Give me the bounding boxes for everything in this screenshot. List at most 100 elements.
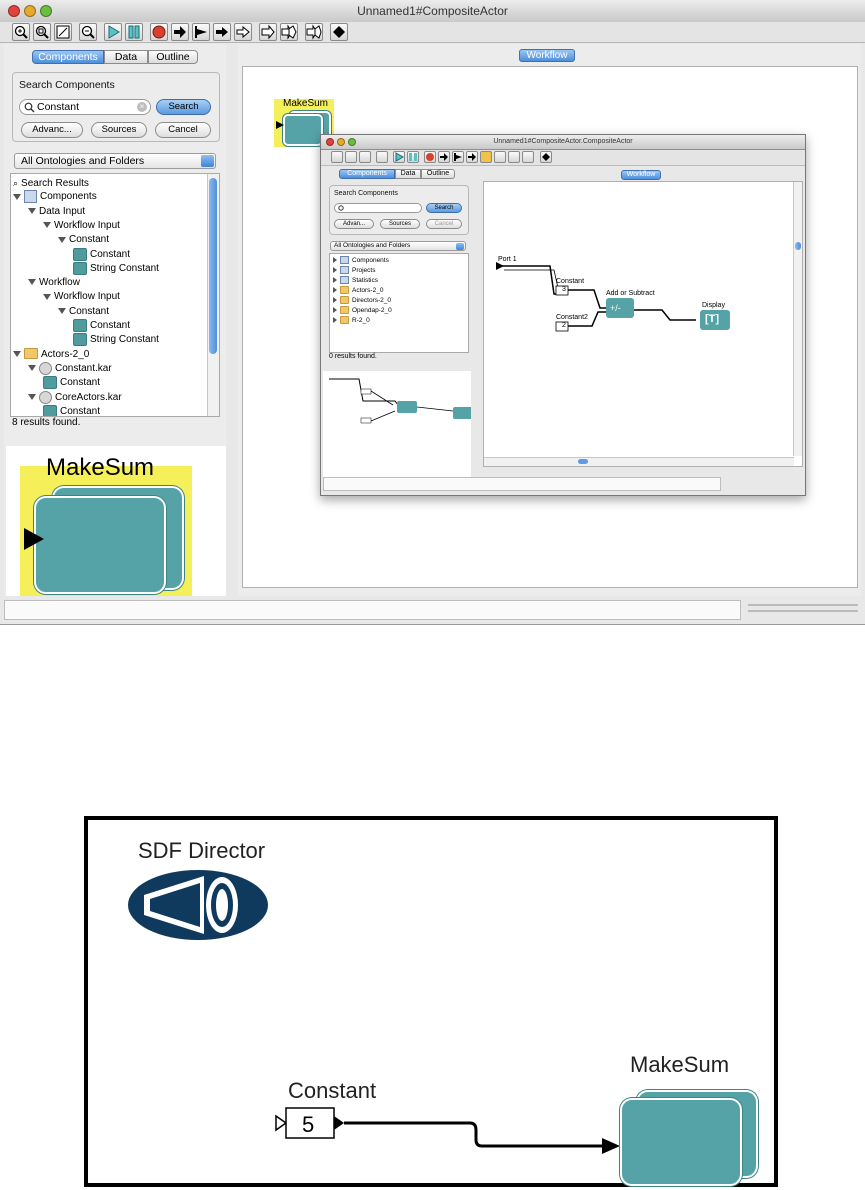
port-icon[interactable] [259,23,277,41]
pause-icon[interactable] [125,23,143,41]
tree-item[interactable]: Workflow Input [43,219,120,233]
nested-workflow-canvas[interactable]: Port 1 Constant 3 Constant2 2 Add or Sub… [483,181,803,467]
relation-icon[interactable] [330,23,348,41]
run-icon[interactable] [104,23,122,41]
tree-item[interactable]: Constant [58,233,109,247]
nested-tree-item[interactable]: Opendap-2_0 [333,306,392,316]
expand-triangle-icon[interactable] [333,287,337,294]
expand-triangle-icon[interactable] [58,308,66,315]
nested-search-input[interactable] [334,203,422,213]
nested-relation-icon[interactable] [540,151,552,163]
clear-search-icon[interactable]: × [137,102,147,112]
right-arrow-icon[interactable] [171,23,189,41]
expand-triangle-icon[interactable] [43,222,51,229]
expand-triangle-icon[interactable] [333,297,337,304]
tree-item[interactable]: Constant [73,247,130,262]
zoom-in-icon[interactable] [12,23,30,41]
tree-item[interactable]: Constant [43,404,100,416]
tree-item[interactable]: String Constant [73,261,159,276]
tree-item[interactable]: Workflow [28,276,80,290]
search-button[interactable]: Search [156,99,211,115]
tree-item[interactable]: Constant [58,305,109,319]
tree-item[interactable]: Actors-2_0 [13,348,89,362]
search-input[interactable]: Constant × [19,99,151,115]
nested-zoom-out-icon[interactable] [376,151,388,163]
resize-grip[interactable] [748,604,858,606]
nested-advanced-button[interactable]: Advan... [334,219,374,229]
step-icon[interactable] [192,23,210,41]
arrow-icon[interactable] [213,23,231,41]
nested-canvas-scrollbar-thumb[interactable] [795,242,801,250]
nested-canvas-scrollbar[interactable] [793,182,802,456]
nested-tree-item[interactable]: Statistics [333,276,378,286]
tab-data[interactable]: Data [104,50,148,64]
expand-triangle-icon[interactable] [333,277,337,284]
multiport-icon[interactable] [280,23,298,41]
nested-io-port-icon[interactable] [508,151,520,163]
expand-triangle-icon[interactable] [58,236,66,243]
sources-button[interactable]: Sources [91,122,147,138]
stop-icon[interactable] [150,23,168,41]
tab-components[interactable]: Components [32,50,104,64]
nested-stop-icon[interactable] [424,151,436,163]
expand-triangle-icon[interactable] [28,365,36,372]
double-arrow-icon[interactable] [234,23,252,41]
nested-tree-item[interactable]: Components [333,256,389,266]
zoom-out-icon[interactable] [79,23,97,41]
nested-run-icon[interactable] [393,151,405,163]
expand-triangle-icon[interactable] [28,279,36,286]
nested-tab-data[interactable]: Data [395,169,421,179]
io-port-icon[interactable] [305,23,323,41]
nested-arrow-icon[interactable] [438,151,450,163]
nested-ontology-select[interactable]: All Ontologies and Folders [330,241,466,251]
expand-triangle-icon[interactable] [333,317,337,324]
nested-port-icon[interactable] [480,151,492,163]
nested-tree-item[interactable]: Projects [333,266,375,276]
tab-outline[interactable]: Outline [148,50,198,64]
tree-item[interactable]: Components [13,190,97,204]
nested-tree-item[interactable]: R-2_0 [333,316,370,326]
nested-search-button[interactable]: Search [426,203,462,213]
tree-scrollbar[interactable] [207,174,219,416]
nested-pause-icon[interactable] [407,151,419,163]
cancel-button[interactable]: Cancel [155,122,211,138]
ontology-select[interactable]: All Ontologies and Folders [14,153,216,169]
tree-item[interactable]: Constant [43,376,100,390]
tree-item[interactable]: Constant [73,319,130,333]
nested-zoom-fit-icon[interactable] [359,151,371,163]
tree-item[interactable]: Workflow Input [43,290,120,304]
makesum-actor[interactable] [283,114,323,146]
zoom-fit-icon[interactable] [54,23,72,41]
nested-arrow2-icon[interactable] [466,151,478,163]
tab-workflow[interactable]: Workflow [519,49,575,62]
tree-scrollbar-thumb[interactable] [209,178,217,354]
nested-tab-outline[interactable]: Outline [421,169,455,179]
tree-item[interactable]: CoreActors.kar [28,390,122,405]
expand-triangle-icon[interactable] [333,307,337,314]
tree-item[interactable]: Constant.kar [28,361,112,376]
zoom-reset-icon[interactable] [33,23,51,41]
tree-item[interactable]: Data Input [28,205,85,219]
expand-triangle-icon[interactable] [13,193,21,200]
nested-canvas-hscrollbar[interactable] [484,457,794,466]
nested-zoom-reset-icon[interactable] [345,151,357,163]
nested-sources-button[interactable]: Sources [380,219,420,229]
nested-step-icon[interactable] [452,151,464,163]
nested-tree-item[interactable]: Directors-2_0 [333,296,391,306]
nested-zoom-in-icon[interactable] [331,151,343,163]
tree-item[interactable]: String Constant [73,333,159,347]
expand-triangle-icon[interactable] [333,267,337,274]
nested-canvas-hscrollbar-thumb[interactable] [578,459,588,464]
expand-triangle-icon[interactable] [43,293,51,300]
advanced-button[interactable]: Advanc... [21,122,83,138]
expand-triangle-icon[interactable] [13,350,21,357]
nested-tab-components[interactable]: Components [339,169,395,179]
nested-multiport-icon[interactable] [494,151,506,163]
expand-triangle-icon[interactable] [28,207,36,214]
nested-io-port2-icon[interactable] [522,151,534,163]
tree-item[interactable]: ⌕ Search Results [13,176,89,190]
nested-cancel-button[interactable]: Cancel [426,219,462,229]
nested-tab-workflow[interactable]: Workflow [621,170,661,180]
expand-triangle-icon[interactable] [28,394,36,400]
expand-triangle-icon[interactable] [333,257,337,264]
